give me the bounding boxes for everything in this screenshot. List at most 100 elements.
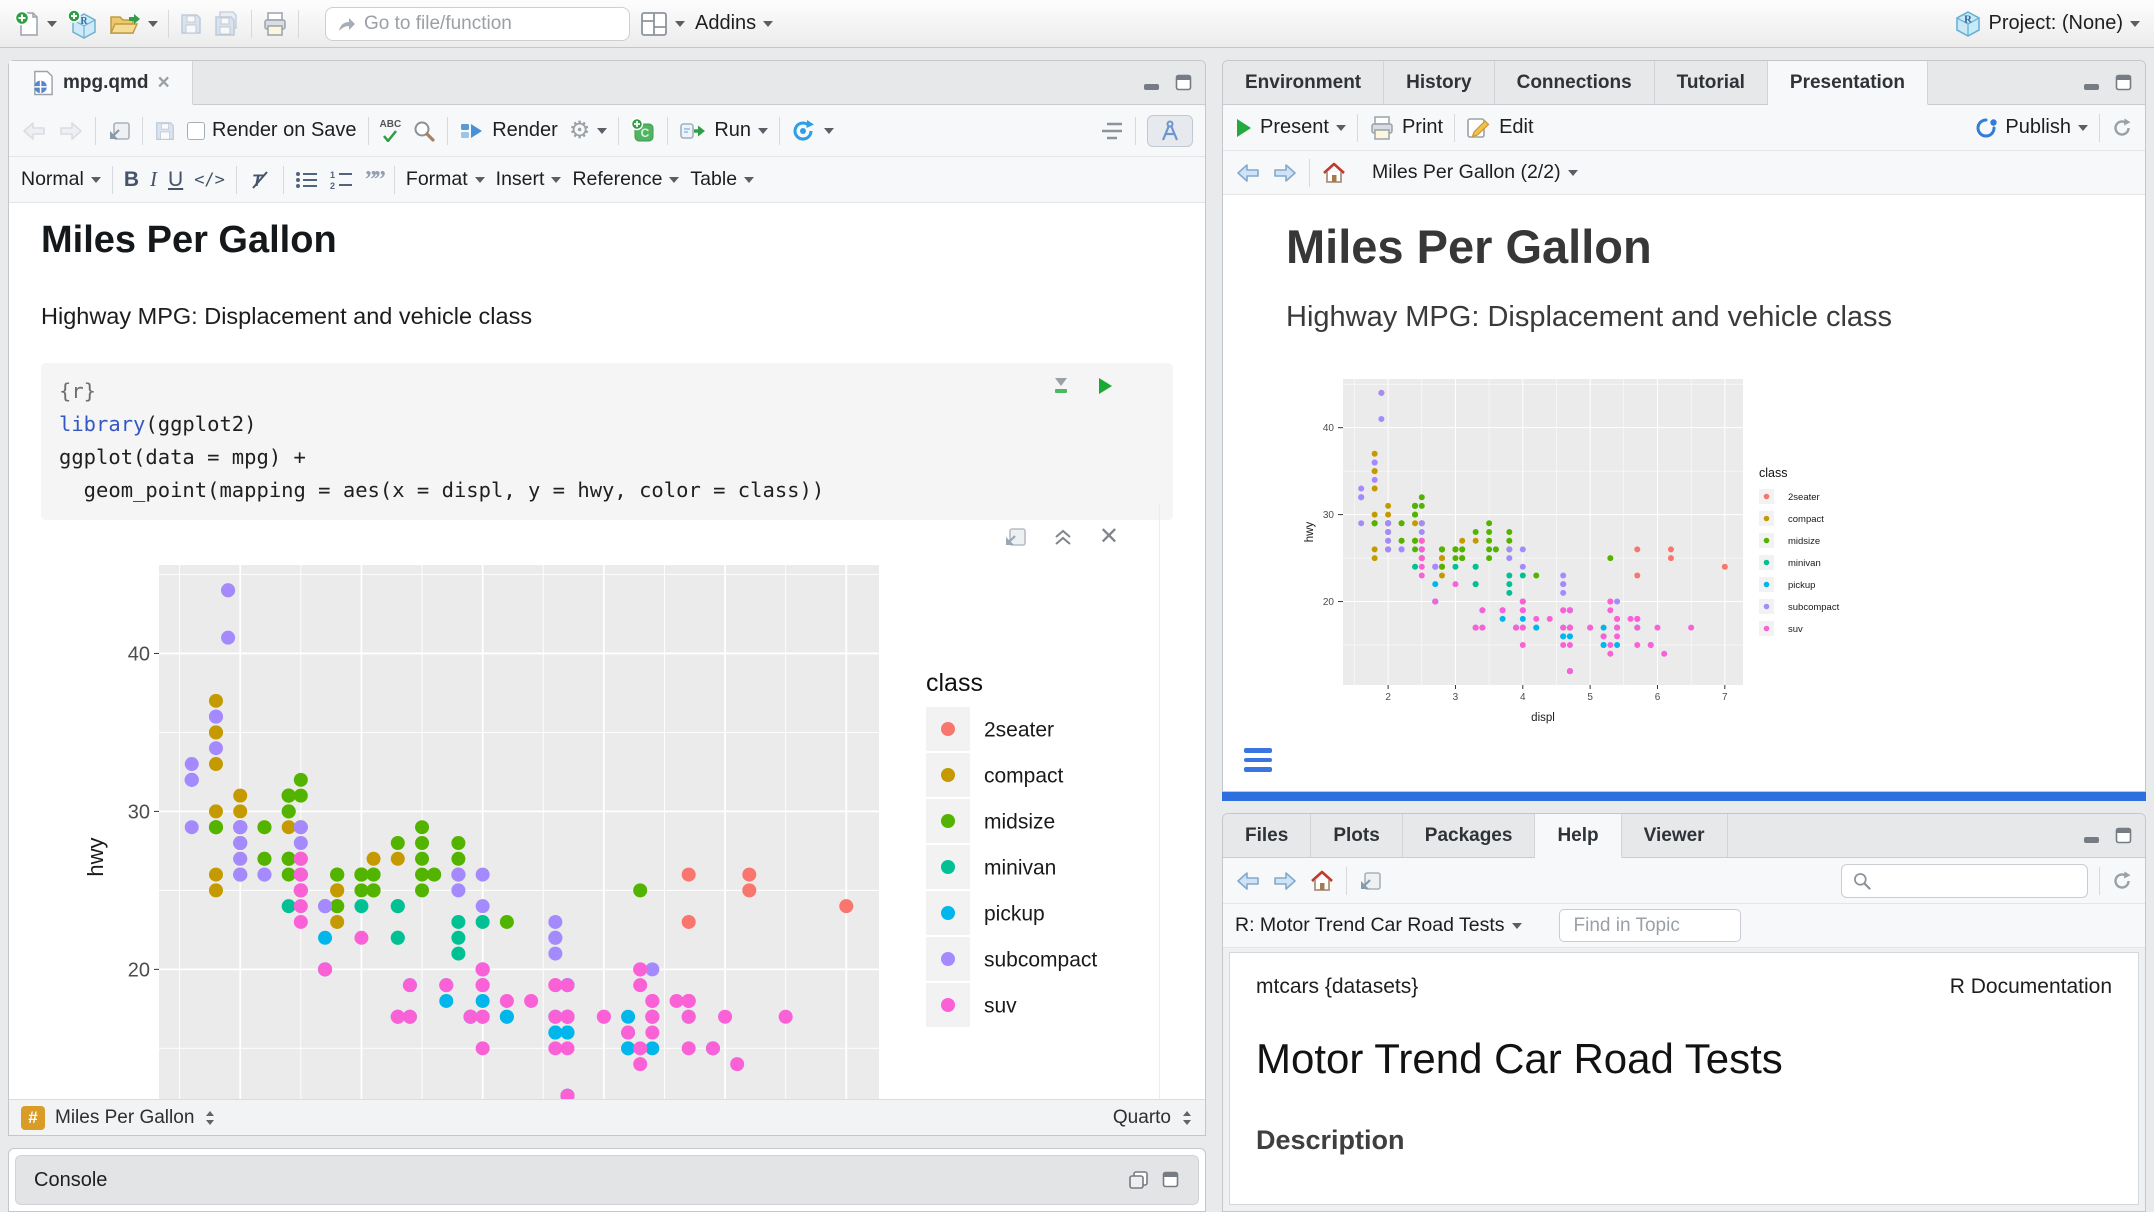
slide-menu-icon[interactable]	[1244, 748, 1272, 772]
print-button[interactable]	[262, 11, 288, 37]
forward-icon[interactable]	[1272, 162, 1298, 184]
output-popout-icon[interactable]	[1003, 526, 1027, 548]
save-all-button[interactable]	[213, 11, 241, 37]
tab-help[interactable]: Help	[1535, 814, 1621, 858]
find-in-topic-box[interactable]	[1559, 909, 1741, 942]
rerun-caret-icon[interactable]	[824, 128, 834, 134]
present-caret-icon[interactable]	[1336, 125, 1346, 131]
doc-type-arrows-icon[interactable]	[1181, 1110, 1193, 1126]
italic-button[interactable]: I	[150, 167, 157, 192]
help-search-input[interactable]	[1880, 870, 2070, 891]
section-jump-arrows-icon[interactable]	[204, 1110, 216, 1126]
find-in-topic-input[interactable]	[1574, 915, 1724, 937]
maximize-pane-icon[interactable]	[2115, 74, 2133, 92]
rerun-button[interactable]	[791, 119, 834, 143]
maximize-pane-icon[interactable]	[1175, 74, 1193, 92]
outline-toggle-icon[interactable]	[1100, 121, 1124, 141]
minimize-pane-icon[interactable]	[2083, 75, 2103, 91]
maximize-pane-icon[interactable]	[1162, 1171, 1180, 1189]
print-presentation-button[interactable]: Print	[1369, 115, 1443, 141]
open-file-button[interactable]	[109, 11, 158, 37]
tab-environment[interactable]: Environment	[1223, 61, 1384, 104]
render-settings-button[interactable]: ⚙	[569, 119, 608, 143]
back-icon[interactable]	[1235, 870, 1261, 892]
tab-history[interactable]: History	[1384, 61, 1494, 104]
back-icon[interactable]	[21, 120, 47, 142]
render-button[interactable]: Render	[459, 119, 558, 142]
forward-icon[interactable]	[58, 120, 84, 142]
r-code-chunk[interactable]: {r} library(ggplot2) ggplot(data = mpg) …	[41, 363, 1173, 520]
new-project-button[interactable]: R	[67, 9, 99, 39]
paragraph-style-select[interactable]: Normal	[21, 168, 101, 191]
help-search-box[interactable]	[1841, 864, 2088, 898]
console-header[interactable]: Console	[15, 1155, 1199, 1205]
visual-editor-surface[interactable]: Miles Per Gallon Highway MPG: Displaceme…	[9, 203, 1205, 1099]
bullet-list-icon[interactable]	[295, 171, 319, 189]
present-button[interactable]: Present	[1235, 116, 1346, 139]
popout-icon[interactable]	[1358, 870, 1382, 892]
run-caret-icon[interactable]	[758, 128, 768, 134]
table-menu[interactable]: Table	[690, 168, 754, 191]
addins-button[interactable]: Addins	[695, 12, 773, 35]
bold-button[interactable]: B	[124, 168, 139, 192]
underline-button[interactable]: U	[168, 168, 183, 192]
reference-menu[interactable]: Reference	[572, 168, 679, 191]
popout-icon[interactable]	[107, 120, 131, 142]
publish-caret-icon[interactable]	[2078, 125, 2088, 131]
render-on-save-checkbox[interactable]	[187, 122, 205, 140]
refresh-icon[interactable]	[2111, 870, 2133, 892]
back-icon[interactable]	[1235, 162, 1261, 184]
slide-selector[interactable]: Miles Per Gallon (2/2)	[1372, 161, 1578, 184]
run-button[interactable]: Run	[679, 119, 768, 142]
publish-button[interactable]: Publish	[1974, 116, 2088, 140]
goto-file-box[interactable]	[325, 7, 630, 41]
pane-splitter[interactable]	[1222, 792, 2146, 801]
tab-connections[interactable]: Connections	[1495, 61, 1655, 104]
help-topic-selector[interactable]: R: Motor Trend Car Road Tests	[1235, 914, 1522, 937]
save-icon[interactable]	[154, 120, 176, 142]
tab-plots[interactable]: Plots	[1311, 814, 1402, 857]
insert-chunk-icon[interactable]: C	[630, 118, 656, 144]
tab-close-icon[interactable]: ×	[158, 72, 170, 93]
project-selector[interactable]: R Project: (None)	[1954, 10, 2141, 38]
clear-formatting-icon[interactable]: T	[248, 169, 272, 191]
format-menu[interactable]: Format	[406, 168, 485, 191]
new-file-caret-icon[interactable]	[47, 21, 57, 27]
run-chunks-above-icon[interactable]	[1051, 377, 1071, 395]
numbered-list-icon[interactable]: 12	[330, 170, 354, 190]
blockquote-icon[interactable]: ””	[365, 168, 383, 192]
goto-file-input[interactable]	[364, 13, 604, 35]
forward-icon[interactable]	[1272, 870, 1298, 892]
collapse-output-icon[interactable]	[1053, 528, 1073, 546]
pane-layout-caret-icon[interactable]	[675, 21, 685, 27]
save-button[interactable]	[179, 12, 203, 36]
minimize-pane-icon[interactable]	[1143, 75, 1163, 91]
minimize-pane-icon[interactable]	[2083, 828, 2103, 844]
tab-presentation[interactable]: Presentation	[1768, 61, 1928, 105]
spellcheck-button[interactable]: ABC	[380, 120, 402, 142]
find-replace-icon[interactable]	[412, 119, 436, 143]
visual-mode-toggle[interactable]	[1147, 115, 1193, 147]
help-document[interactable]: mtcars {datasets} R Documentation Motor …	[1229, 952, 2139, 1205]
tab-tutorial[interactable]: Tutorial	[1655, 61, 1768, 104]
close-output-icon[interactable]: ✕	[1099, 525, 1119, 549]
tab-files[interactable]: Files	[1223, 814, 1311, 857]
tab-viewer[interactable]: Viewer	[1622, 814, 1728, 857]
maximize-pane-icon[interactable]	[2115, 827, 2133, 845]
doc-type-label[interactable]: Quarto	[1113, 1107, 1171, 1129]
code-button[interactable]: </>	[194, 170, 225, 190]
edit-presentation-button[interactable]: Edit	[1466, 116, 1533, 140]
tab-mpg-qmd[interactable]: mpg.qmd ×	[9, 61, 193, 105]
open-recent-caret-icon[interactable]	[148, 21, 158, 27]
home-icon[interactable]	[1321, 161, 1347, 185]
insert-menu[interactable]: Insert	[496, 168, 562, 191]
pane-layout-button[interactable]	[640, 11, 685, 37]
run-chunk-icon[interactable]	[1097, 377, 1113, 395]
section-jump-label[interactable]: Miles Per Gallon	[55, 1107, 194, 1129]
restore-pane-icon[interactable]	[1128, 1170, 1150, 1190]
new-file-button[interactable]	[14, 10, 57, 38]
render-on-save-toggle[interactable]: Render on Save	[187, 119, 357, 142]
refresh-icon[interactable]	[2111, 117, 2133, 139]
home-icon[interactable]	[1309, 869, 1335, 893]
tab-packages[interactable]: Packages	[1403, 814, 1536, 857]
